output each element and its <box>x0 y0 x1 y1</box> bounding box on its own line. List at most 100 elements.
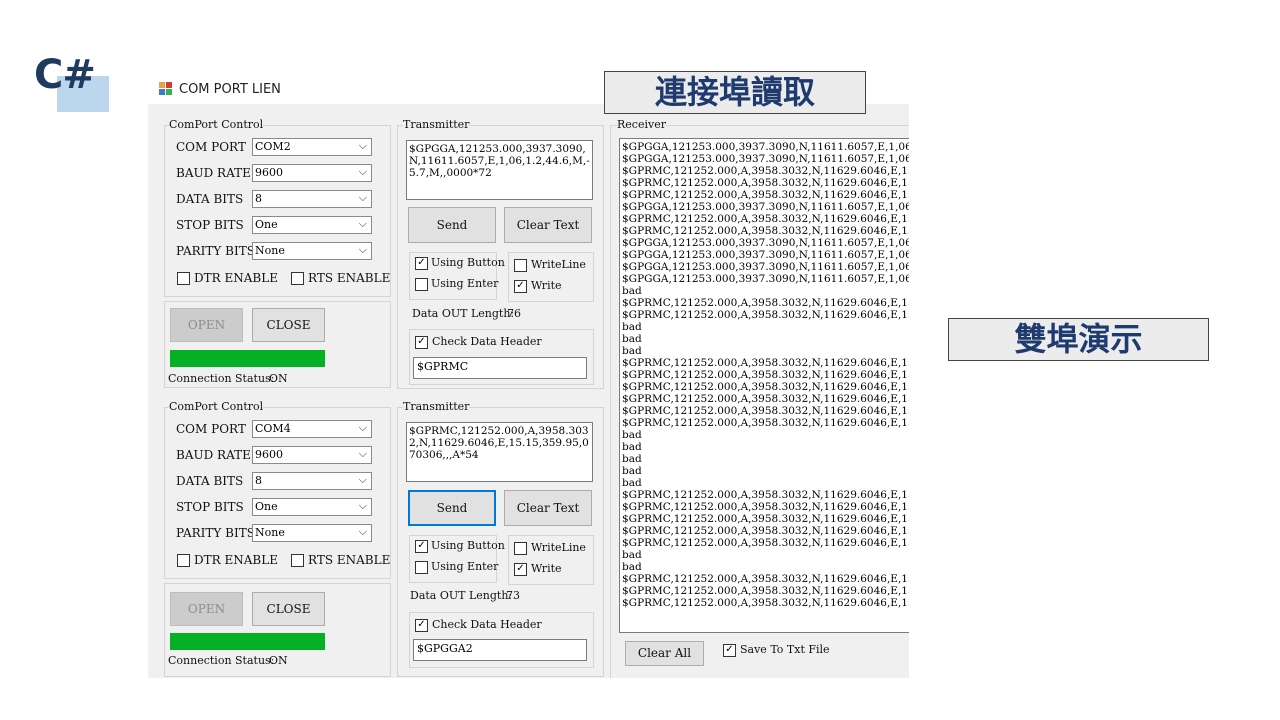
chevron-down-icon: ⌵ <box>358 525 367 538</box>
receiver-line: $GPGGA,121253.000,3937.3090,N,11611.6057… <box>622 261 909 273</box>
transmitter-label: Transmitter <box>403 118 470 131</box>
receiver-line: bad <box>622 465 642 477</box>
data-bits-select[interactable]: 8 ⌵ <box>252 472 372 490</box>
send-button[interactable]: Send <box>408 207 496 243</box>
receiver-line: $GPRMC,121252.000,A,3958.3032,N,11629.60… <box>622 213 909 225</box>
com-port-label: COM PORT <box>176 422 246 436</box>
receiver-line: $GPGGA,121253.000,3937.3090,N,11611.6057… <box>622 237 909 249</box>
receiver-line: $GPGGA,121253.000,3937.3090,N,11611.6057… <box>622 249 909 261</box>
writeline-radio[interactable] <box>514 259 527 272</box>
receiver-line: $GPRMC,121252.000,A,3958.3032,N,11629.60… <box>622 513 909 525</box>
clear-text-button[interactable]: Clear Text <box>504 207 592 243</box>
parity-bits-value: None <box>255 526 285 539</box>
check-header-label: Check Data Header <box>432 618 542 631</box>
receiver-line: $GPRMC,121252.000,A,3958.3032,N,11629.60… <box>622 309 909 321</box>
receiver-line: $GPRMC,121252.000,A,3958.3032,N,11629.60… <box>622 537 909 549</box>
receiver-line: bad <box>622 453 642 465</box>
baud-rate-select[interactable]: 9600 ⌵ <box>252 164 372 182</box>
using-enter-checkbox[interactable] <box>415 278 428 291</box>
receiver-line: bad <box>622 285 642 297</box>
using-button-checkbox[interactable]: ✓ <box>415 257 428 270</box>
close-button[interactable]: CLOSE <box>252 592 325 626</box>
connection-progress-bar <box>170 633 325 650</box>
using-button-checkbox[interactable]: ✓ <box>415 540 428 553</box>
header-input[interactable]: $GPGGA2 <box>413 639 587 661</box>
transmitter-label: Transmitter <box>403 400 470 413</box>
dtr-label: DTR ENABLE <box>194 553 278 567</box>
chevron-down-icon: ⌵ <box>358 499 367 512</box>
receiver-line: $GPRMC,121252.000,A,3958.3032,N,11629.60… <box>622 585 909 597</box>
receiver-line: bad <box>622 333 642 345</box>
chevron-down-icon: ⌵ <box>358 139 367 152</box>
dtr-checkbox[interactable] <box>177 272 190 285</box>
check-header-checkbox[interactable]: ✓ <box>415 619 428 632</box>
send-button[interactable]: Send <box>408 490 496 526</box>
baud-rate-label: BAUD RATE <box>176 448 251 462</box>
check-header-checkbox[interactable]: ✓ <box>415 336 428 349</box>
baud-rate-value: 9600 <box>255 448 283 461</box>
callout-dual-port: 雙埠演示 <box>948 318 1209 361</box>
close-button[interactable]: CLOSE <box>252 308 325 342</box>
receiver-line: $GPRMC,121252.000,A,3958.3032,N,11629.60… <box>622 573 909 585</box>
receiver-line: $GPRMC,121252.000,A,3958.3032,N,11629.60… <box>622 405 909 417</box>
dtr-label: DTR ENABLE <box>194 271 278 285</box>
stop-bits-label: STOP BITS <box>176 500 244 514</box>
com-port-value: COM2 <box>255 140 291 153</box>
chevron-down-icon: ⌵ <box>358 447 367 460</box>
transmit-textbox[interactable]: $GPRMC,121252.000,A,3958.3032,N,11629.60… <box>406 422 593 482</box>
parity-bits-label: PARITY BITS <box>176 526 255 540</box>
receiver-line: $GPRMC,121252.000,A,3958.3032,N,11629.60… <box>622 393 909 405</box>
check-header-label: Check Data Header <box>432 335 542 348</box>
write-label: Write <box>531 562 562 575</box>
receiver-line: bad <box>622 429 642 441</box>
write-radio[interactable]: ✓ <box>514 563 527 576</box>
stop-bits-select[interactable]: One ⌵ <box>252 498 372 516</box>
receiver-line: $GPRMC,121252.000,A,3958.3032,N,11629.60… <box>622 489 909 501</box>
receiver-line: $GPRMC,121252.000,A,3958.3032,N,11629.60… <box>622 525 909 537</box>
chevron-down-icon: ⌵ <box>358 217 367 230</box>
data-out-length-label: Data OUT Length: <box>410 589 513 602</box>
receiver-line: $GPRMC,121252.000,A,3958.3032,N,11629.60… <box>622 297 909 309</box>
receiver-textbox[interactable]: $GPGGA,121253.000,3937.3090,N,11611.6057… <box>619 138 909 633</box>
data-bits-select[interactable]: 8 ⌵ <box>252 190 372 208</box>
open-button[interactable]: OPEN <box>170 308 243 342</box>
baud-rate-value: 9600 <box>255 166 283 179</box>
clear-all-button[interactable]: Clear All <box>625 641 704 666</box>
receiver-line: bad <box>622 345 642 357</box>
chevron-down-icon: ⌵ <box>358 421 367 434</box>
rts-label: RTS ENABLE <box>308 553 391 567</box>
save-to-txt-checkbox[interactable]: ✓ <box>723 644 736 657</box>
rts-checkbox[interactable] <box>291 554 304 567</box>
clear-text-button[interactable]: Clear Text <box>504 490 592 526</box>
stop-bits-value: One <box>255 218 278 231</box>
receiver-line: $GPGGA,121253.000,3937.3090,N,11611.6057… <box>622 201 909 213</box>
data-out-length-value: 76 <box>507 307 521 320</box>
receiver-lines: $GPGGA,121253.000,3937.3090,N,11611.6057… <box>622 141 909 609</box>
receiver-line: bad <box>622 561 642 573</box>
receiver-line: $GPRMC,121252.000,A,3958.3032,N,11629.60… <box>622 417 909 429</box>
dtr-checkbox[interactable] <box>177 554 190 567</box>
writeline-label: WriteLine <box>531 541 586 554</box>
write-radio[interactable]: ✓ <box>514 280 527 293</box>
parity-bits-select[interactable]: None ⌵ <box>252 524 372 542</box>
open-button[interactable]: OPEN <box>170 592 243 626</box>
com-port-select[interactable]: COM2 ⌵ <box>252 138 372 156</box>
stop-bits-value: One <box>255 500 278 513</box>
receiver-line: $GPGGA,121253.000,3937.3090,N,11611.6057… <box>622 141 909 153</box>
chevron-down-icon: ⌵ <box>358 473 367 486</box>
com-port-value: COM4 <box>255 422 291 435</box>
com-port-select[interactable]: COM4 ⌵ <box>252 420 372 438</box>
baud-rate-select[interactable]: 9600 ⌵ <box>252 446 372 464</box>
receiver-line: $GPRMC,121252.000,A,3958.3032,N,11629.60… <box>622 177 909 189</box>
receiver-label: Receiver <box>617 118 666 131</box>
stop-bits-select[interactable]: One ⌵ <box>252 216 372 234</box>
writeline-radio[interactable] <box>514 542 527 555</box>
rts-checkbox[interactable] <box>291 272 304 285</box>
transmit-textbox[interactable]: $GPGGA,121253.000,3937.3090,N,11611.6057… <box>406 140 593 200</box>
parity-bits-select[interactable]: None ⌵ <box>252 242 372 260</box>
connection-status-value: ON <box>269 654 288 667</box>
receiver-line: $GPRMC,121252.000,A,3958.3032,N,11629.60… <box>622 225 909 237</box>
data-bits-value: 8 <box>255 192 262 205</box>
using-enter-checkbox[interactable] <box>415 561 428 574</box>
receiver-line: $GPGGA,121253.000,3937.3090,N,11611.6057… <box>622 153 909 165</box>
